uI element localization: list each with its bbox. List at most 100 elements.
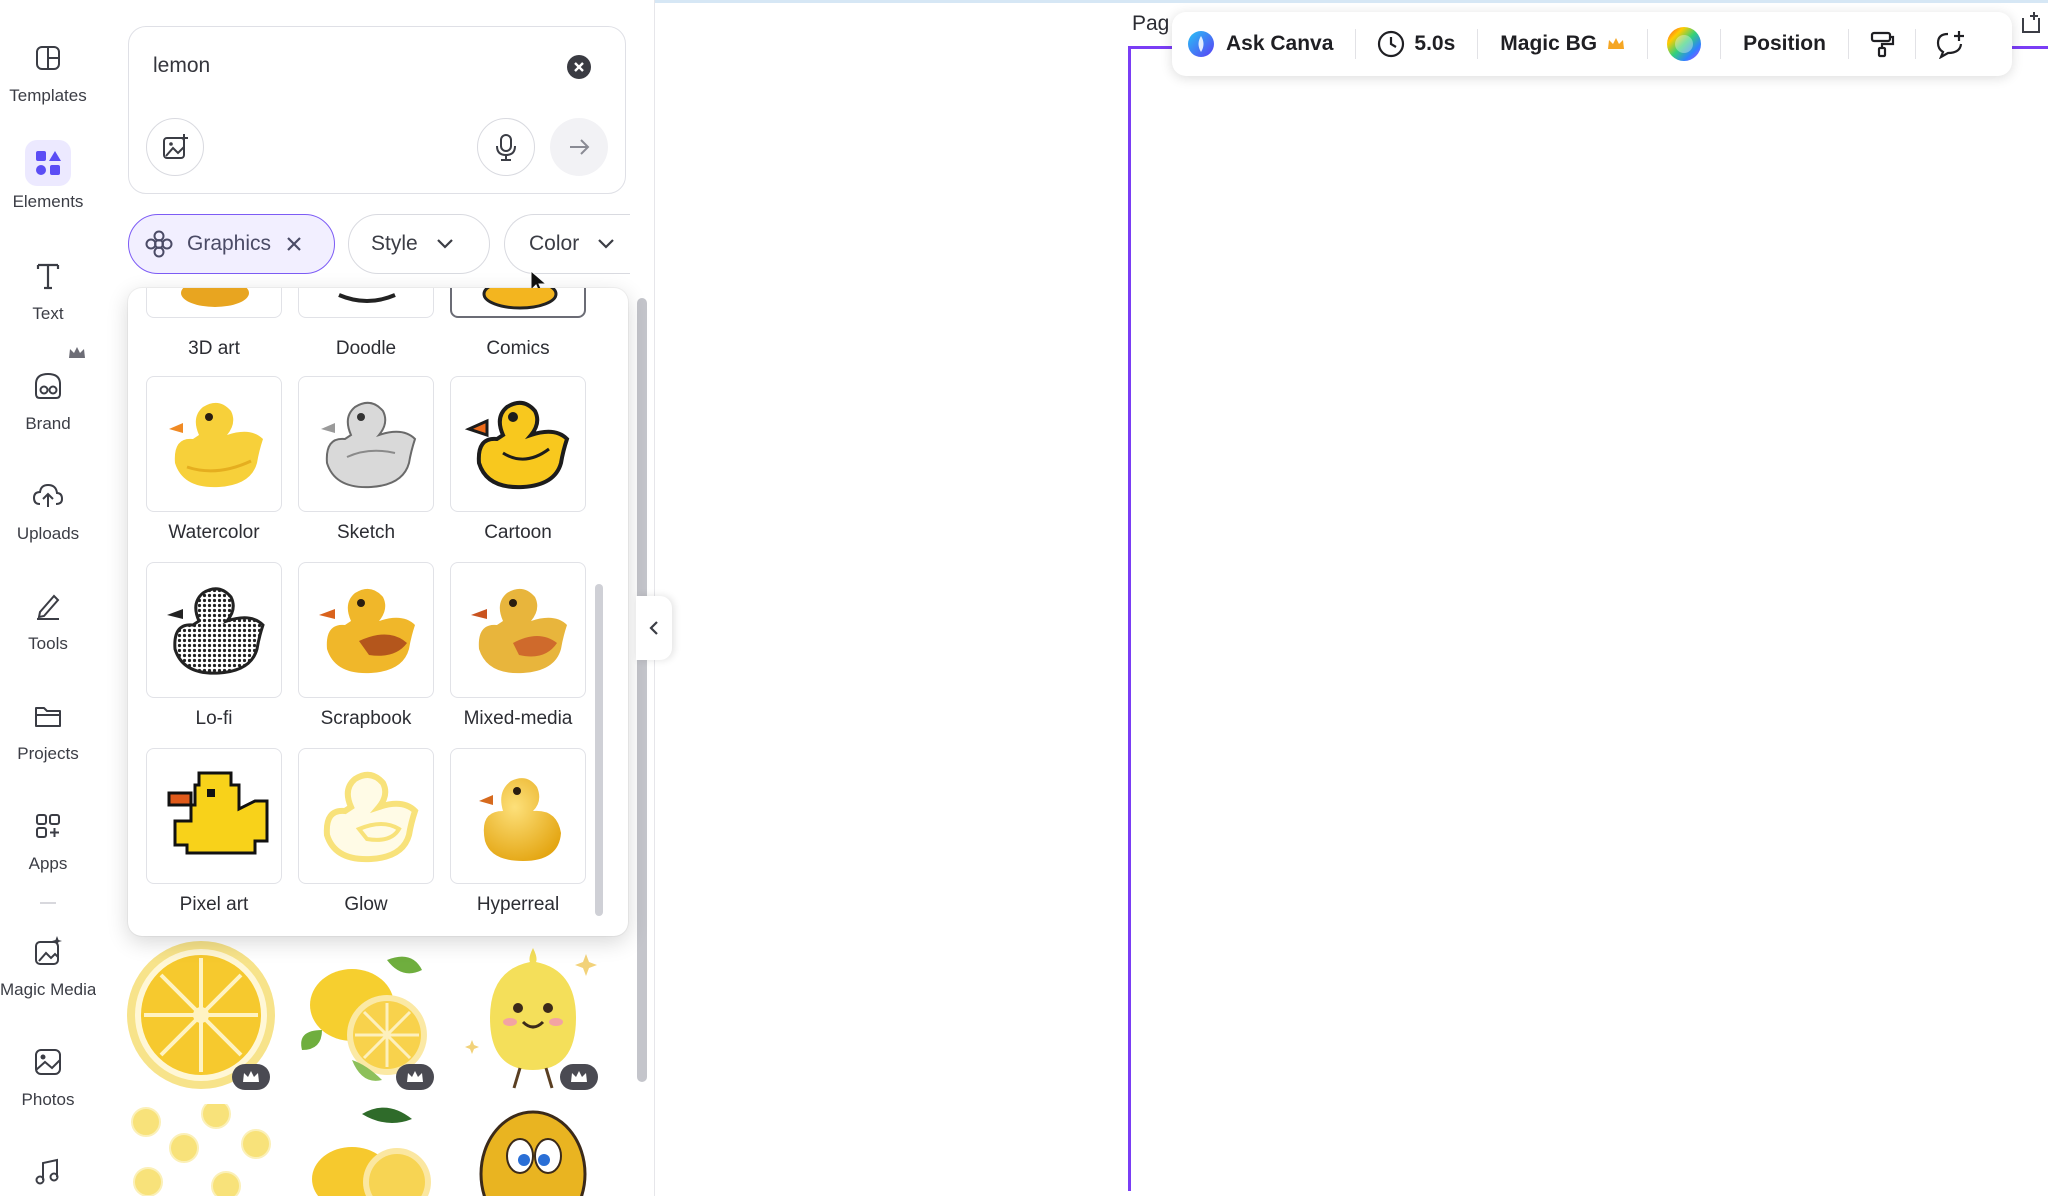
- rail-brand-label: Brand: [25, 414, 71, 433]
- style-option-scrapbook[interactable]: [298, 562, 434, 698]
- crown-icon: [571, 1071, 587, 1082]
- add-comment-button[interactable]: [1934, 29, 1966, 59]
- style-label-watercolor: Watercolor: [168, 522, 260, 543]
- magic-bg-button[interactable]: Magic BG: [1500, 32, 1625, 56]
- color-filter-dropdown[interactable]: Color: [504, 214, 630, 274]
- rail-audio[interactable]: [0, 1150, 96, 1194]
- style-option-doodle[interactable]: [298, 288, 434, 318]
- page-label: Pag: [1132, 12, 1170, 35]
- collapse-panel-button[interactable]: [636, 596, 672, 660]
- folder-icon: [35, 707, 61, 727]
- text-icon: [36, 263, 60, 290]
- ask-canva-button[interactable]: Ask Canva: [1186, 29, 1333, 59]
- premium-badge: [560, 1064, 598, 1090]
- apps-icon: [36, 814, 60, 838]
- style-option-hyperreal[interactable]: [450, 748, 586, 884]
- rail-templates[interactable]: Templates: [0, 36, 96, 106]
- graphics-filter-chip[interactable]: Graphics: [128, 214, 335, 274]
- toolbar-divider: [1914, 29, 1916, 59]
- style-label-cartoon: Cartoon: [484, 522, 552, 543]
- rail-apps-label: Apps: [28, 854, 68, 873]
- context-toolbar: Ask Canva 5.0s Magic BG Position: [1172, 12, 2012, 76]
- style-label-hyperreal: Hyperreal: [476, 894, 560, 915]
- magic-bg-label: Magic BG: [1500, 32, 1598, 55]
- microphone-icon: [496, 134, 516, 161]
- toolbar-divider: [1847, 29, 1849, 59]
- photos-icon: [35, 1049, 61, 1075]
- submit-search-button[interactable]: [550, 118, 608, 176]
- uploads-icon: [32, 483, 64, 507]
- rail-photos-label: Photos: [21, 1090, 75, 1109]
- clock-icon: [1378, 30, 1405, 58]
- rail-text[interactable]: Text: [0, 254, 96, 324]
- style-option-mixed-media[interactable]: [450, 562, 586, 698]
- cartoon-lemon-face-graphic[interactable]: [458, 1104, 608, 1196]
- rail-uploads-label: Uploads: [16, 524, 80, 543]
- dropdown-scrollbar[interactable]: [595, 584, 603, 916]
- rail-elements[interactable]: Elements: [0, 140, 96, 212]
- position-label: Position: [1743, 32, 1826, 55]
- arrow-right-icon: [570, 139, 590, 155]
- premium-badge: [232, 1064, 270, 1090]
- style-option-glow[interactable]: [298, 748, 434, 884]
- rail-projects[interactable]: Projects: [0, 694, 96, 764]
- toolbar-divider: [1720, 29, 1722, 59]
- rail-magic-media[interactable]: Magic Media: [0, 930, 96, 1000]
- voice-search-button[interactable]: [477, 118, 535, 176]
- duration-label: 5.0s: [1414, 32, 1456, 55]
- style-label-pixel-art: Pixel art: [179, 894, 249, 915]
- search-input[interactable]: lemon: [153, 54, 210, 78]
- clear-search-button[interactable]: [567, 55, 591, 79]
- style-label-doodle: Doodle: [335, 338, 397, 359]
- rail-apps[interactable]: Apps: [0, 804, 96, 874]
- style-filter-dropdown[interactable]: Style: [348, 214, 490, 274]
- toolbar-divider: [1477, 29, 1479, 59]
- color-picker-button[interactable]: [1666, 26, 1702, 62]
- position-button[interactable]: Position: [1743, 32, 1826, 56]
- design-page[interactable]: [1128, 46, 2048, 1191]
- duration-button[interactable]: 5.0s: [1376, 29, 1455, 59]
- rail-photos[interactable]: Photos: [0, 1040, 96, 1110]
- style-label-mixed-media: Mixed-media: [463, 708, 573, 729]
- toolbar-divider: [1647, 29, 1649, 59]
- style-option-cartoon[interactable]: [450, 376, 586, 512]
- premium-badge: [396, 1064, 434, 1090]
- crown-icon: [407, 1071, 423, 1082]
- rail-projects-label: Projects: [17, 744, 79, 763]
- lemons-graphic[interactable]: [292, 1104, 442, 1196]
- chevron-down-icon: [598, 239, 614, 249]
- style-option-sketch[interactable]: [298, 376, 434, 512]
- rail-uploads[interactable]: Uploads: [0, 474, 96, 544]
- rail-divider: [40, 902, 56, 904]
- lemon-pattern-graphic[interactable]: [126, 1104, 276, 1196]
- rail-text-label: Text: [32, 304, 64, 323]
- add-image-icon: [163, 134, 188, 159]
- premium-crown-icon: [1608, 38, 1625, 49]
- style-option-watercolor[interactable]: [146, 376, 282, 512]
- crown-icon: [243, 1071, 259, 1082]
- style-option-pixel-art[interactable]: [146, 748, 282, 884]
- left-rail: Templates Elements Text Brand Uploads To…: [0, 0, 96, 1196]
- style-dropdown-menu: 3D art Doodle Comics Watercolor Sketch C…: [128, 288, 628, 936]
- search-box[interactable]: [128, 26, 626, 194]
- rail-tools[interactable]: Tools: [0, 584, 96, 654]
- style-label-scrapbook: Scrapbook: [320, 708, 412, 729]
- style-label-comics: Comics: [486, 338, 550, 359]
- remove-filter-icon[interactable]: [285, 235, 303, 253]
- style-option-lo-fi[interactable]: [146, 562, 282, 698]
- style-option-3d-art[interactable]: [146, 288, 282, 318]
- canva-assistant-icon: [1188, 31, 1214, 57]
- chevron-left-icon: [649, 621, 658, 635]
- elements-icon: [25, 140, 71, 186]
- rail-magic-media-label: Magic Media: [0, 980, 97, 999]
- color-chip-label: Color: [529, 232, 580, 255]
- panel-scrollbar[interactable]: [637, 298, 647, 1082]
- style-label-glow: Glow: [344, 894, 388, 915]
- copy-style-button[interactable]: [1867, 29, 1897, 59]
- chevron-down-icon: [436, 239, 453, 249]
- brand-crown-icon: [69, 347, 85, 358]
- style-option-comics[interactable]: [450, 288, 586, 318]
- add-page-icon[interactable]: [2020, 10, 2042, 34]
- rail-brand[interactable]: Brand: [0, 364, 96, 434]
- image-search-button[interactable]: [146, 118, 204, 176]
